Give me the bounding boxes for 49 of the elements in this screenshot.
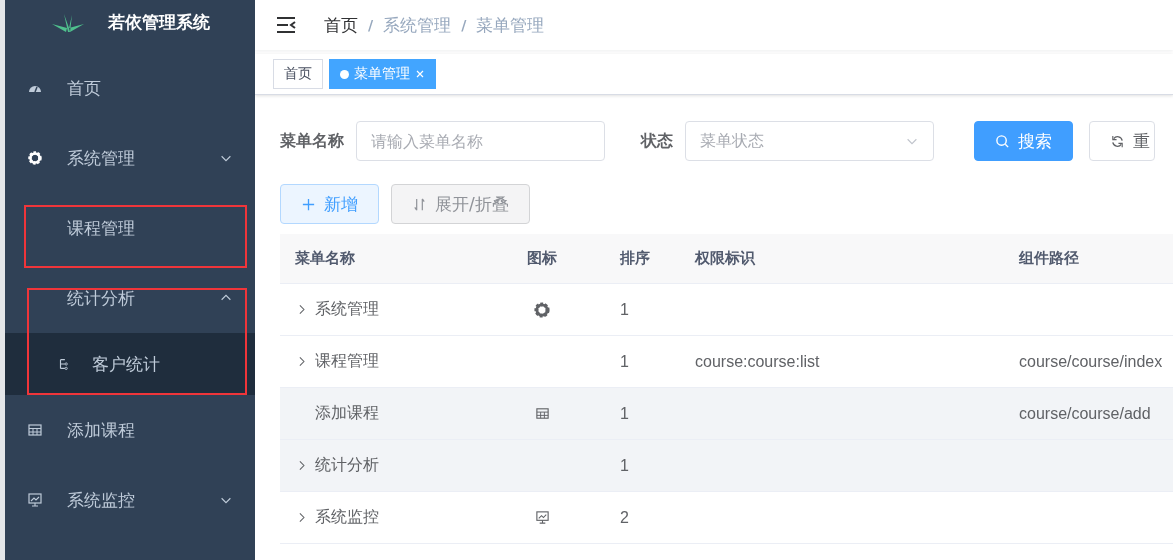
menu-item[interactable]: 课程管理 xyxy=(5,193,255,263)
table-cell: course/course/add xyxy=(1019,404,1151,422)
menu-item[interactable]: 系统监控 xyxy=(5,465,255,535)
table-cell: 2 xyxy=(620,508,629,526)
search-icon xyxy=(995,133,1010,149)
table-cell-text: 统计分析 xyxy=(315,455,379,475)
table-icon xyxy=(534,406,550,421)
column-header: 排序 xyxy=(619,249,651,268)
settings-icon xyxy=(27,150,43,166)
table-cell-text: 课程管理 xyxy=(315,351,379,371)
field-label: 菜单名称 xyxy=(280,130,344,152)
column-header: 图标 xyxy=(526,249,558,268)
column-header: 菜单名称 xyxy=(294,249,356,268)
monitor-icon xyxy=(27,492,43,508)
table-cell: 1 xyxy=(620,456,629,474)
breadcrumb-separator: / xyxy=(461,17,467,33)
menu-icon[interactable] xyxy=(276,16,296,34)
sort-icon xyxy=(412,196,427,212)
column-header: 组件路径 xyxy=(1019,249,1080,268)
table-cell: course:course:list xyxy=(695,352,820,370)
menu-item[interactable]: 首页 xyxy=(5,53,255,123)
table-cell-text: 添加课程 xyxy=(315,403,379,423)
table-icon xyxy=(27,422,43,438)
table-cell: course/course/index xyxy=(1019,352,1163,370)
breadcrumb-item: 菜单管理 xyxy=(476,13,545,37)
refresh-button[interactable]: 重 xyxy=(1089,121,1155,161)
field-label: 状态 xyxy=(641,130,673,152)
settings-icon xyxy=(533,300,551,319)
submenu-item[interactable]: 客户统计 xyxy=(5,333,255,395)
refresh-icon xyxy=(1110,133,1125,149)
table-cell: 1 xyxy=(620,352,629,370)
breadcrumb-item[interactable]: 首页 xyxy=(324,13,358,37)
column-header: 权限标识 xyxy=(695,249,756,268)
menu-item[interactable]: 统计分析 xyxy=(5,263,255,333)
app-title: 若依管理系统 xyxy=(108,11,210,34)
menu-item[interactable]: 添加课程 xyxy=(5,395,255,465)
breadcrumb-separator: / xyxy=(368,17,374,33)
menu-item[interactable]: 系统管理 xyxy=(5,123,255,193)
tab[interactable]: 首页 xyxy=(273,59,323,89)
table-cell-text: 系统监控 xyxy=(315,507,379,527)
table-cell-text: 系统管理 xyxy=(315,299,379,319)
input-field[interactable]: 请输入菜单名称 xyxy=(356,121,605,161)
tree-icon xyxy=(57,357,71,371)
table-cell: 1 xyxy=(620,404,629,422)
monitor-icon xyxy=(534,510,550,525)
active-dot xyxy=(340,69,349,79)
close-icon[interactable] xyxy=(415,69,425,79)
plus-icon xyxy=(301,196,316,212)
table-cell: 1 xyxy=(620,300,629,318)
